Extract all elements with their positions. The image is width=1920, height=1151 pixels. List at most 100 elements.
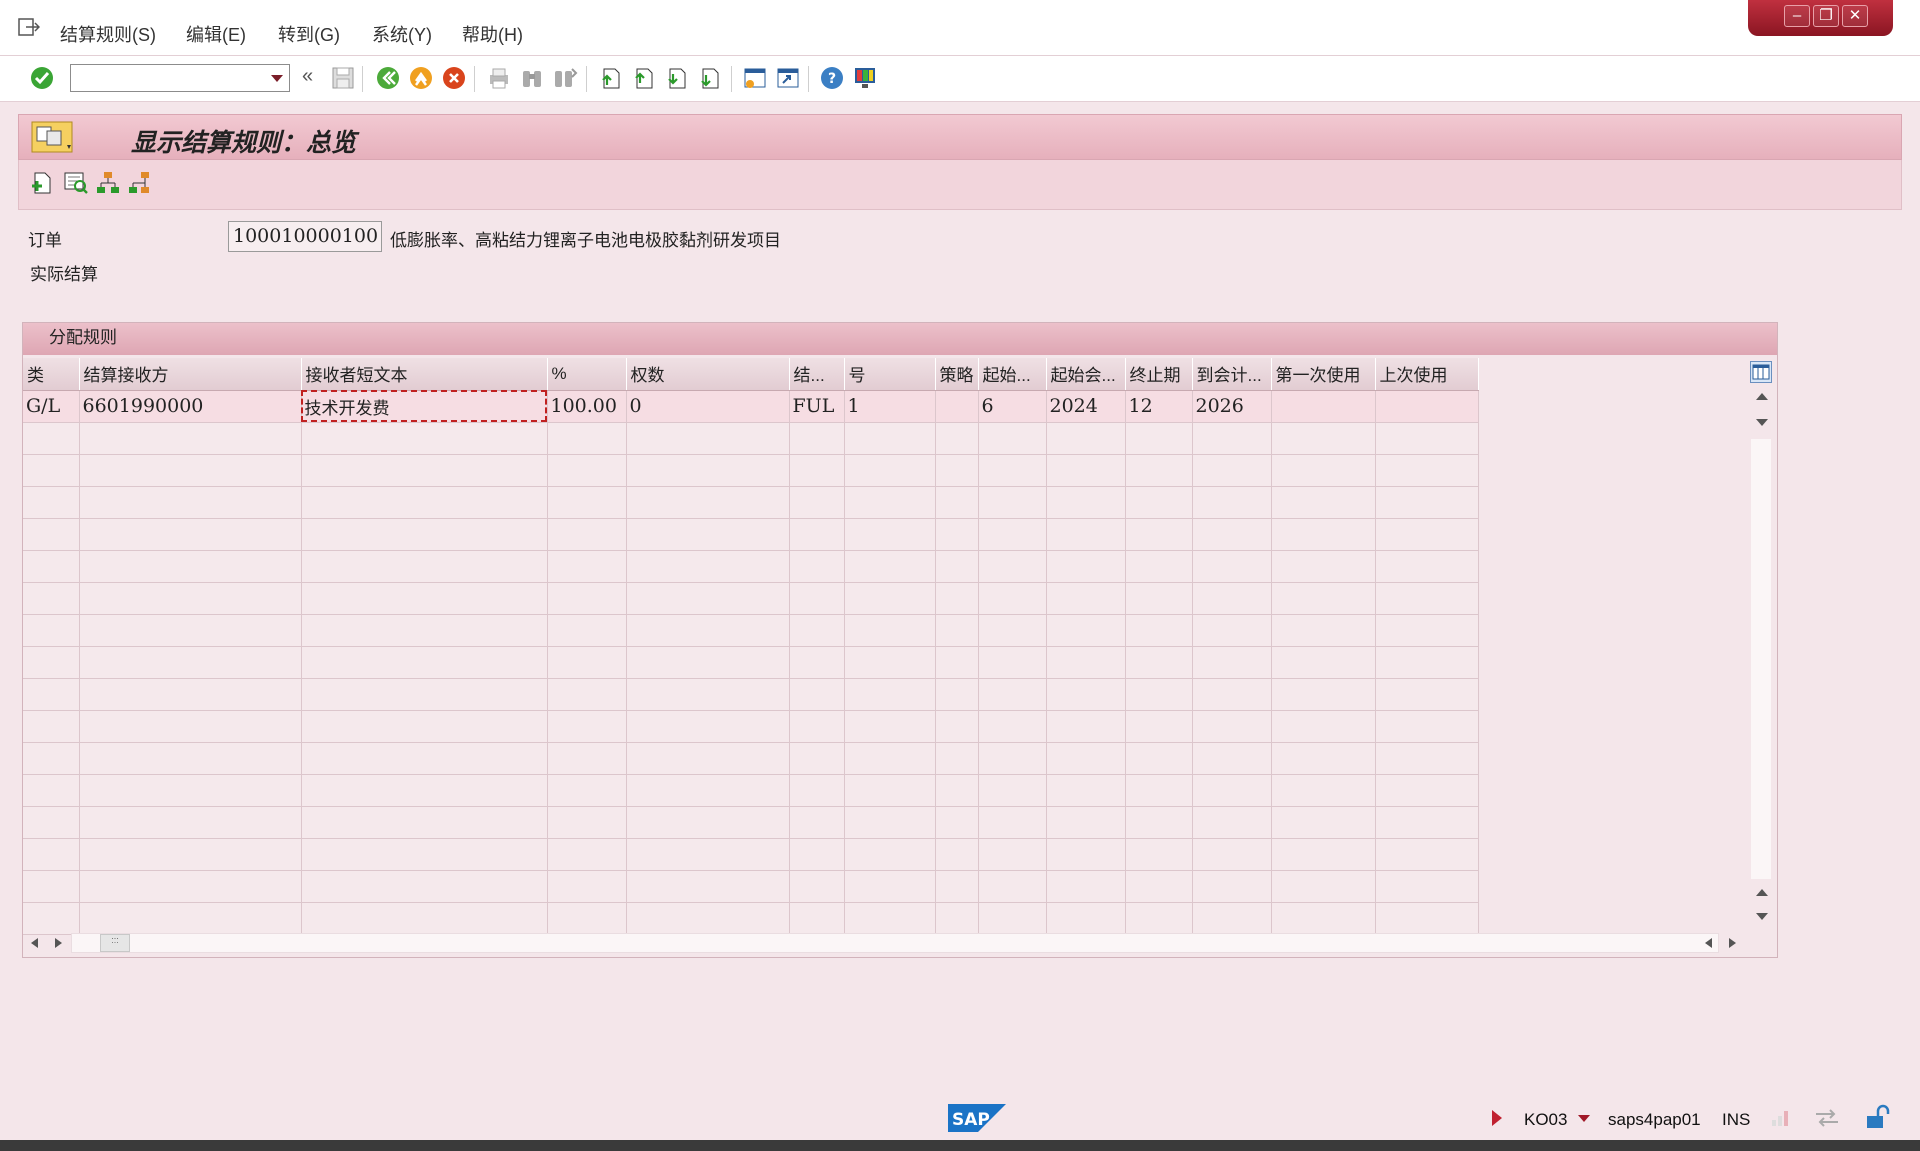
- status-expand-icon[interactable]: [1492, 1110, 1502, 1126]
- empty-table-cell[interactable]: [1125, 614, 1193, 647]
- empty-table-cell[interactable]: [547, 422, 627, 455]
- previous-page-icon[interactable]: [631, 65, 657, 91]
- empty-table-cell[interactable]: [935, 870, 979, 903]
- empty-table-cell[interactable]: [79, 870, 302, 903]
- empty-table-cell[interactable]: [1125, 646, 1193, 679]
- empty-table-cell[interactable]: [935, 422, 979, 455]
- empty-table-cell[interactable]: [1046, 550, 1126, 583]
- empty-table-cell[interactable]: [79, 614, 302, 647]
- empty-table-cell[interactable]: [1046, 422, 1126, 455]
- last-page-icon[interactable]: [697, 65, 723, 91]
- empty-table-cell[interactable]: [1375, 806, 1479, 839]
- empty-table-cell[interactable]: [978, 646, 1047, 679]
- column-header[interactable]: 接收者短文本: [301, 358, 548, 391]
- empty-table-cell[interactable]: [1125, 774, 1193, 807]
- restore-button[interactable]: ❐: [1813, 5, 1839, 27]
- empty-table-cell[interactable]: [23, 486, 80, 519]
- empty-table-cell[interactable]: [79, 742, 302, 775]
- empty-table-cell[interactable]: [844, 678, 936, 711]
- empty-table-row[interactable]: [23, 806, 1479, 839]
- menu-item-help[interactable]: 帮助(H): [462, 21, 523, 47]
- empty-table-row[interactable]: [23, 486, 1479, 519]
- empty-table-cell[interactable]: [1271, 710, 1376, 743]
- scroll-page-right-icon[interactable]: [1729, 938, 1736, 948]
- empty-table-cell[interactable]: [935, 774, 979, 807]
- empty-table-cell[interactable]: [547, 838, 627, 871]
- column-header[interactable]: 终止期: [1125, 358, 1193, 391]
- empty-table-cell[interactable]: [301, 422, 548, 455]
- empty-table-row[interactable]: [23, 582, 1479, 615]
- empty-table-cell[interactable]: [1192, 870, 1272, 903]
- empty-table-cell[interactable]: [301, 838, 548, 871]
- empty-table-row[interactable]: [23, 518, 1479, 551]
- empty-table-cell[interactable]: [79, 582, 302, 615]
- vertical-scroll-track[interactable]: [1751, 439, 1771, 879]
- back-icon[interactable]: [375, 65, 401, 91]
- empty-table-cell[interactable]: [1046, 454, 1126, 487]
- empty-table-cell[interactable]: [789, 774, 845, 807]
- empty-table-cell[interactable]: [789, 646, 845, 679]
- empty-table-cell[interactable]: [789, 422, 845, 455]
- empty-table-cell[interactable]: [23, 742, 80, 775]
- find-next-icon[interactable]: [552, 65, 578, 91]
- empty-table-cell[interactable]: [1271, 774, 1376, 807]
- empty-table-cell[interactable]: [301, 646, 548, 679]
- menu-item-edit[interactable]: 编辑(E): [186, 21, 246, 47]
- empty-table-cell[interactable]: [1192, 550, 1272, 583]
- empty-table-cell[interactable]: [1271, 614, 1376, 647]
- empty-table-cell[interactable]: [301, 774, 548, 807]
- empty-table-cell[interactable]: [1271, 742, 1376, 775]
- empty-table-cell[interactable]: [547, 454, 627, 487]
- empty-table-cell[interactable]: [79, 710, 302, 743]
- column-header[interactable]: 第一次使用: [1271, 358, 1376, 391]
- empty-table-cell[interactable]: [1046, 838, 1126, 871]
- empty-table-cell[interactable]: [844, 454, 936, 487]
- empty-table-cell[interactable]: [547, 870, 627, 903]
- first-page-icon[interactable]: [598, 65, 624, 91]
- horizontal-scroll-track[interactable]: :::: [71, 933, 1719, 953]
- empty-table-cell[interactable]: [789, 518, 845, 551]
- empty-table-cell[interactable]: [23, 582, 80, 615]
- empty-table-cell[interactable]: [1375, 838, 1479, 871]
- command-input[interactable]: [71, 65, 261, 91]
- empty-table-row[interactable]: [23, 550, 1479, 583]
- column-header[interactable]: 策略: [935, 358, 979, 391]
- empty-table-cell[interactable]: [1125, 422, 1193, 455]
- menu-item-goto[interactable]: 转到(G): [278, 21, 340, 47]
- empty-table-cell[interactable]: [79, 646, 302, 679]
- structure-icon[interactable]: [127, 170, 153, 196]
- empty-table-cell[interactable]: [1046, 486, 1126, 519]
- empty-table-cell[interactable]: [1046, 806, 1126, 839]
- table-cell[interactable]: 2024: [1046, 390, 1126, 423]
- input-mode[interactable]: INS: [1722, 1110, 1750, 1130]
- empty-table-cell[interactable]: [79, 550, 302, 583]
- empty-table-cell[interactable]: [1271, 678, 1376, 711]
- empty-table-cell[interactable]: [1192, 646, 1272, 679]
- security-lock-icon[interactable]: [1864, 1104, 1890, 1130]
- empty-table-cell[interactable]: [844, 646, 936, 679]
- table-cell[interactable]: G/L: [23, 390, 80, 423]
- find-icon[interactable]: [519, 65, 545, 91]
- empty-table-cell[interactable]: [626, 710, 790, 743]
- empty-table-row[interactable]: [23, 422, 1479, 455]
- table-cell[interactable]: [935, 390, 979, 423]
- transaction-dropdown-icon[interactable]: [1578, 1115, 1590, 1122]
- scroll-page-up-icon[interactable]: [1756, 889, 1768, 896]
- table-cell[interactable]: 0: [626, 390, 790, 423]
- empty-table-cell[interactable]: [626, 518, 790, 551]
- empty-table-cell[interactable]: [79, 678, 302, 711]
- empty-table-cell[interactable]: [1125, 678, 1193, 711]
- empty-table-cell[interactable]: [547, 550, 627, 583]
- save-icon[interactable]: [330, 65, 356, 91]
- empty-table-cell[interactable]: [844, 550, 936, 583]
- empty-table-cell[interactable]: [626, 870, 790, 903]
- menu-layout-icon[interactable]: [31, 121, 75, 153]
- empty-table-cell[interactable]: [23, 518, 80, 551]
- table-cell[interactable]: 100.00: [547, 390, 627, 423]
- empty-table-cell[interactable]: [547, 518, 627, 551]
- empty-table-cell[interactable]: [844, 614, 936, 647]
- empty-table-cell[interactable]: [978, 518, 1047, 551]
- empty-table-cell[interactable]: [1375, 550, 1479, 583]
- empty-table-cell[interactable]: [1375, 870, 1479, 903]
- empty-table-cell[interactable]: [978, 774, 1047, 807]
